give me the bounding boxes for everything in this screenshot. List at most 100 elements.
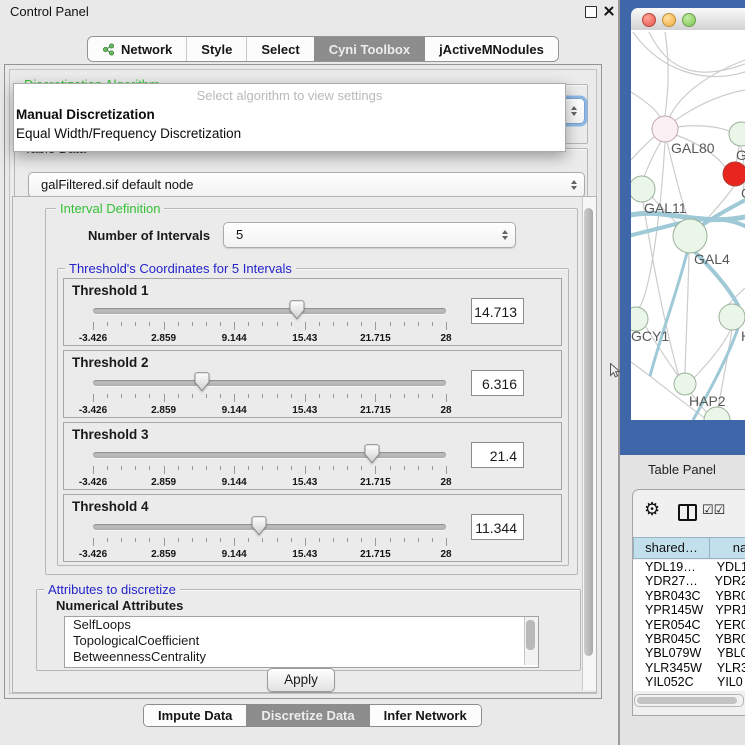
number-of-intervals-spinner[interactable]: 5 — [223, 222, 516, 248]
table-row[interactable]: YDL19…YDL1 — [633, 560, 745, 574]
table-cell: YBR043C — [633, 589, 708, 603]
network-edge — [631, 92, 661, 120]
node-label: GAL11 — [644, 200, 687, 216]
node-label: GAL4 — [694, 251, 730, 267]
slider[interactable]: -3.4262.8599.14415.4321.71528 — [93, 447, 446, 489]
close-icon[interactable] — [602, 4, 616, 18]
slider[interactable]: -3.4262.8599.14415.4321.71528 — [93, 303, 446, 345]
threshold-label: Threshold 4 — [72, 499, 149, 514]
attribute-item[interactable]: TopologicalCoefficient — [65, 633, 538, 649]
column-layout-icon[interactable] — [678, 504, 697, 521]
network-node[interactable] — [652, 116, 678, 142]
top-tabs: Network Style Select Cyni Toolbox jActiveMNo… — [87, 36, 559, 62]
slider-track[interactable] — [93, 308, 446, 314]
slider-ticks — [93, 466, 446, 475]
table-row[interactable]: YIL052CYIL0 — [633, 675, 745, 689]
table-cell: YDR2 — [708, 574, 745, 588]
minimize-traffic-light-icon[interactable] — [662, 13, 676, 27]
panel-title: Control Panel — [10, 4, 89, 19]
table-rows: YDL19…YDL1YDR27…YDR2YBR043CYBR0YPR145WYP… — [633, 560, 745, 691]
spinner-value: 5 — [236, 223, 243, 247]
network-node[interactable] — [674, 373, 696, 395]
network-node[interactable] — [723, 162, 745, 186]
combo-stepper-icon[interactable] — [571, 106, 577, 116]
table-cell: YLR3 — [710, 661, 745, 675]
slider-thumb[interactable] — [194, 372, 210, 392]
slider-track[interactable] — [93, 524, 446, 530]
attribute-item[interactable]: BetweennessCentrality — [65, 649, 538, 665]
table-horizontal-scrollbar[interactable] — [634, 694, 744, 707]
node-label: GAL80 — [671, 140, 715, 156]
tab-label: Network — [121, 42, 172, 57]
network-node[interactable] — [631, 176, 655, 202]
threshold-row: Threshold 3 -3.4262.8599.14415.4321.71528… — [63, 422, 562, 490]
table-row[interactable]: YPR145WYPR1 — [633, 603, 745, 617]
slider-ticks — [93, 538, 446, 547]
table-row[interactable]: YER054CYER0 — [633, 618, 745, 632]
slider-track[interactable] — [93, 452, 446, 458]
table-row[interactable]: YBR043CYBR0 — [633, 589, 745, 603]
slider-ticks — [93, 322, 446, 331]
tab-infer-network[interactable]: Infer Network — [369, 705, 481, 726]
tab-label: Style — [201, 42, 232, 57]
apply-button[interactable]: Apply — [267, 668, 335, 692]
slider[interactable]: -3.4262.8599.14415.4321.71528 — [93, 375, 446, 417]
attributes-list[interactable]: SelfLoopsTopologicalCoefficientBetweenne… — [64, 616, 539, 668]
tab-impute-data[interactable]: Impute Data — [144, 705, 246, 726]
network-node[interactable] — [673, 219, 707, 253]
threshold-value-field[interactable]: 6.316 — [471, 370, 524, 396]
threshold-row: Threshold 4 -3.4262.8599.14415.4321.71528… — [63, 494, 562, 562]
spinner-stepper-icon[interactable] — [502, 230, 508, 240]
table-data-combobox[interactable]: galFiltered.sif default node — [28, 172, 585, 198]
network-edge — [644, 141, 661, 177]
threshold-value-field[interactable]: 11.344 — [471, 514, 524, 540]
table-cell: YPR145W — [633, 603, 708, 617]
threshold-row: Threshold 1-3.4262.8599.14415.4321.71528… — [63, 278, 562, 346]
threshold-value-field[interactable]: 21.4 — [471, 442, 524, 468]
float-panel-icon[interactable] — [585, 6, 597, 18]
tab-discretize-data[interactable]: Discretize Data — [246, 705, 368, 726]
threshold-label: Threshold 3 — [72, 427, 149, 442]
tab-cyni-toolbox[interactable]: Cyni Toolbox — [314, 37, 424, 61]
node-label: GCY1 — [631, 328, 669, 344]
combo-stepper-icon[interactable] — [571, 180, 577, 190]
table-horizontal-scrollbar-thumb[interactable] — [637, 697, 737, 704]
vertical-scrollbar-thumb[interactable] — [584, 208, 593, 656]
network-window-titlebar[interactable] — [631, 8, 745, 31]
slider-thumb[interactable] — [251, 516, 267, 536]
select-columns-icon[interactable]: ☑☑ — [702, 502, 725, 518]
table-cell: YBR0 — [708, 589, 745, 603]
slider-thumb[interactable] — [364, 444, 380, 464]
numerical-attributes-label: Numerical Attributes — [56, 598, 183, 613]
network-canvas[interactable]: GAL80GACGAL11GAL4GCY1HHAP2 — [631, 30, 745, 420]
attributes-scrollbar-thumb[interactable] — [526, 620, 535, 650]
slider-thumb[interactable] — [289, 300, 305, 320]
table-column-header[interactable]: shared… — [633, 537, 710, 559]
tab-style[interactable]: Style — [186, 37, 246, 61]
slider-tick-labels: -3.4262.8599.14415.4321.71528 — [93, 333, 446, 345]
tab-label: Cyni Toolbox — [329, 42, 410, 57]
table-row[interactable]: YDR27…YDR2 — [633, 574, 745, 588]
network-node[interactable] — [729, 122, 745, 146]
zoom-traffic-light-icon[interactable] — [682, 13, 696, 27]
algorithm-option[interactable]: Manual Discretization — [14, 104, 565, 123]
network-node[interactable] — [719, 304, 745, 330]
threshold-value-field[interactable]: 14.713 — [471, 298, 524, 324]
slider[interactable]: -3.4262.8599.14415.4321.71528 — [93, 519, 446, 561]
table-header: shared…name — [633, 537, 745, 559]
table-row[interactable]: YBR045CYBR0 — [633, 632, 745, 646]
tab-select[interactable]: Select — [246, 37, 313, 61]
slider-track[interactable] — [93, 380, 446, 386]
table-column-header[interactable]: name — [709, 537, 745, 559]
algorithm-option[interactable]: Equal Width/Frequency Discretization — [14, 123, 565, 142]
tab-network[interactable]: Network — [88, 37, 186, 61]
number-of-intervals-label: Number of Intervals — [88, 228, 210, 243]
threshold-row: Threshold 2-3.4262.8599.14415.4321.71528… — [63, 350, 562, 418]
table-row[interactable]: YLR345WYLR3 — [633, 661, 745, 675]
close-traffic-light-icon[interactable] — [642, 13, 656, 27]
attribute-item[interactable]: SelfLoops — [65, 617, 538, 633]
slider-ticks — [93, 394, 446, 403]
table-row[interactable]: YBL079WYBL0 — [633, 646, 745, 660]
tab-jactivemnodules[interactable]: jActiveMNodules — [424, 37, 558, 61]
gear-icon[interactable]: ⚙ — [644, 500, 660, 518]
